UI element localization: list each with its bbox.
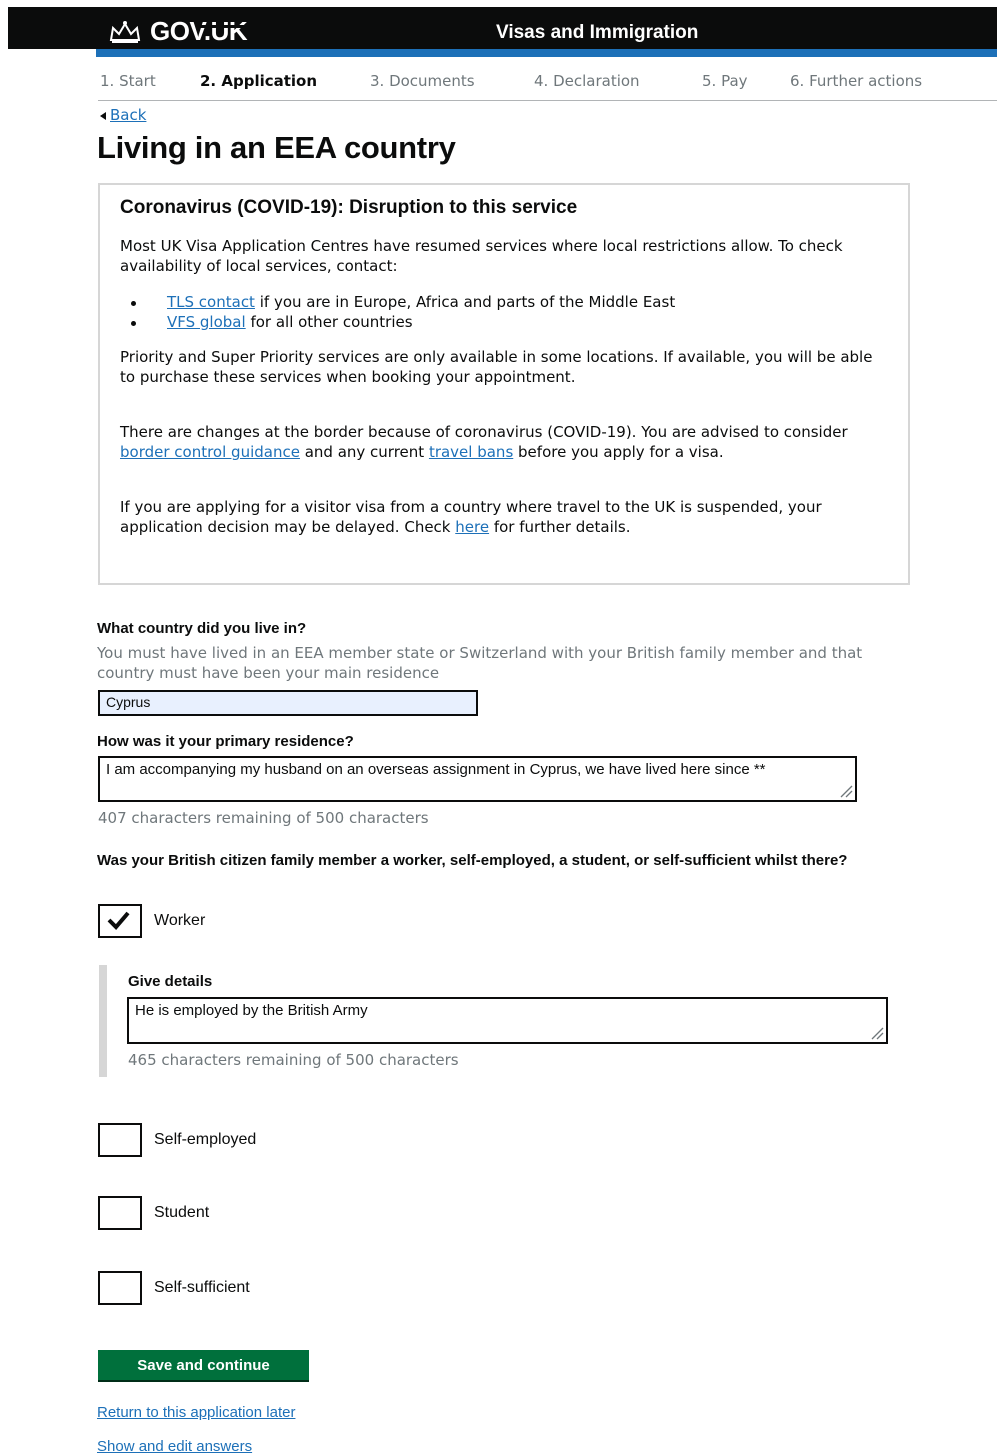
- back-label: Back: [110, 106, 147, 124]
- paragraph-text: for further details.: [489, 518, 631, 536]
- notice-paragraph-1: Most UK Visa Application Centres have re…: [120, 237, 843, 275]
- details-char-count: 465 characters remaining of 500 characte…: [128, 1051, 459, 1069]
- paragraph-text: before you apply for a visa.: [513, 443, 724, 461]
- step-start: 1. Start: [100, 72, 156, 90]
- here-link[interactable]: here: [455, 518, 489, 536]
- page-title: Living in an EEA country: [97, 130, 456, 165]
- notice-paragraph-3: There are changes at the border because …: [120, 422, 890, 462]
- self-sufficient-label[interactable]: Self-sufficient: [154, 1279, 250, 1297]
- country-hint: You must have lived in an EEA member sta…: [97, 644, 863, 682]
- notice-paragraph-2: Priority and Super Priority services are…: [120, 348, 873, 386]
- paragraph-text: There are changes at the border because …: [120, 423, 848, 441]
- notice-paragraph-4: If you are applying for a visitor visa f…: [120, 497, 890, 537]
- resize-handle-icon[interactable]: [870, 1026, 884, 1040]
- resize-handle-icon[interactable]: [839, 784, 853, 798]
- student-label[interactable]: Student: [154, 1204, 209, 1222]
- travel-bans-link[interactable]: travel bans: [429, 443, 513, 461]
- step-declaration: 4. Declaration: [534, 72, 640, 90]
- checkmark-icon: [107, 911, 130, 930]
- tls-contact-link[interactable]: TLS contact: [167, 293, 255, 311]
- show-edit-answers-link[interactable]: Show and edit answers: [97, 1438, 252, 1455]
- border-control-guidance-link[interactable]: border control guidance: [120, 443, 300, 461]
- service-name[interactable]: Visas and Immigration: [496, 22, 698, 44]
- step-application: 2. Application: [200, 72, 318, 90]
- residence-text: I am accompanying my husband on an overs…: [106, 761, 766, 778]
- paragraph-text: and any current: [299, 443, 429, 461]
- back-link[interactable]: Back: [100, 106, 146, 124]
- self-sufficient-checkbox[interactable]: [98, 1271, 142, 1305]
- step-pay: 5. Pay: [702, 72, 748, 90]
- conditional-reveal-border: [99, 965, 107, 1077]
- vfs-global-link[interactable]: VFS global: [167, 313, 246, 331]
- residence-char-count: 407 characters remaining of 500 characte…: [98, 809, 429, 827]
- country-input[interactable]: Cyprus: [98, 690, 478, 716]
- covid-notice: Coronavirus (COVID-19): Disruption to th…: [98, 183, 910, 585]
- list-item-text: for all other countries: [245, 313, 413, 331]
- active-step-indicator: [200, 25, 342, 28]
- govuk-logo[interactable]: GOV.UK: [108, 16, 248, 47]
- list-item-text: if you are in Europe, Africa and parts o…: [254, 293, 676, 311]
- residence-textarea[interactable]: I am accompanying my husband on an overs…: [98, 756, 857, 802]
- header-accent-bar: [96, 49, 997, 57]
- details-text: He is employed by the British Army: [135, 1002, 368, 1019]
- student-checkbox[interactable]: [98, 1196, 142, 1230]
- self-employed-checkbox[interactable]: [98, 1123, 142, 1157]
- crown-icon: [109, 20, 141, 43]
- details-textarea[interactable]: He is employed by the British Army: [127, 997, 888, 1044]
- return-later-link[interactable]: Return to this application later: [97, 1404, 295, 1421]
- notice-title: Coronavirus (COVID-19): Disruption to th…: [120, 197, 578, 218]
- progress-steps: 1. Start 2. Application 3. Documents 4. …: [98, 70, 997, 101]
- worker-checkbox[interactable]: [98, 904, 142, 938]
- worker-label[interactable]: Worker: [154, 912, 205, 930]
- residence-label: How was it your primary residence?: [97, 733, 354, 750]
- site-header: GOV.UK Visas and Immigration: [8, 7, 997, 49]
- back-arrow-icon: [100, 111, 106, 120]
- step-further-actions: 6. Further actions: [790, 72, 923, 90]
- step-documents: 3. Documents: [370, 72, 475, 90]
- details-label: Give details: [128, 973, 213, 990]
- self-employed-label[interactable]: Self-employed: [154, 1131, 256, 1149]
- notice-contact-list: TLS contact if you are in Europe, Africa…: [120, 292, 675, 332]
- save-and-continue-button[interactable]: Save and continue: [98, 1350, 309, 1380]
- status-question: Was your British citizen family member a…: [97, 852, 848, 869]
- list-item: VFS global for all other countries: [120, 312, 675, 332]
- logo-text: GOV.UK: [150, 16, 248, 46]
- country-label: What country did you live in?: [97, 620, 307, 637]
- list-item: TLS contact if you are in Europe, Africa…: [120, 292, 675, 312]
